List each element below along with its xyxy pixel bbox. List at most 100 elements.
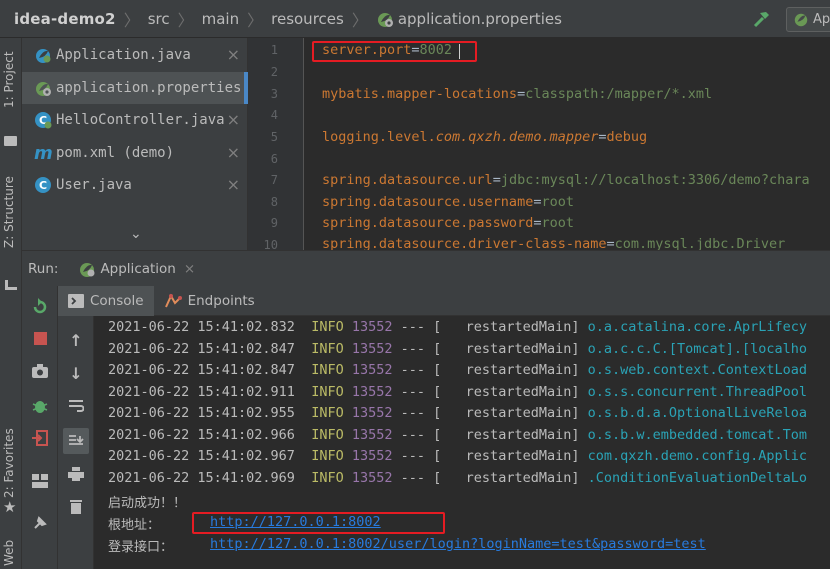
favorites-tool-button[interactable]: 2: Favorites bbox=[2, 428, 16, 498]
maven-icon: m bbox=[34, 142, 53, 164]
equals-sign: = bbox=[411, 42, 420, 58]
tab-hellocontroller-java[interactable]: C HelloController.java × bbox=[22, 104, 248, 136]
property-key: spring.datasource.driver-class-name bbox=[322, 236, 607, 250]
console-icon bbox=[68, 293, 84, 308]
endpoints-icon bbox=[164, 293, 182, 307]
run-configuration-selector[interactable]: Ap bbox=[786, 7, 830, 32]
property-value: classpath:/mapper/*.xml bbox=[525, 86, 713, 102]
code-line[interactable]: logging.level.com.qxzh.demo.mapper=debug bbox=[322, 129, 647, 145]
tab-application-java[interactable]: Application.java × bbox=[22, 39, 248, 71]
line-number: 1 bbox=[270, 43, 278, 57]
project-tool-button[interactable]: 1: Project bbox=[2, 51, 16, 108]
spring-boot-icon bbox=[80, 262, 95, 277]
root-address-link[interactable]: http://127.0.0.1:8002 bbox=[210, 514, 381, 530]
close-tab-icon[interactable]: × bbox=[227, 45, 240, 64]
code-line[interactable]: mybatis.mapper-locations=classpath:/mapp… bbox=[322, 86, 712, 102]
breadcrumb-main[interactable]: main bbox=[202, 10, 239, 28]
layout-icon[interactable] bbox=[30, 471, 50, 491]
structure-tool-button[interactable]: Z: Structure bbox=[2, 176, 16, 248]
tab-console[interactable]: Console bbox=[58, 285, 154, 316]
class-icon: C bbox=[35, 112, 52, 129]
code-line[interactable]: spring.datasource.password=root bbox=[322, 215, 574, 231]
run-toolbar-primary bbox=[22, 286, 58, 569]
log-pid: 13552 bbox=[351, 341, 393, 357]
close-tab-icon[interactable]: × bbox=[227, 110, 240, 129]
log-thread: restartedMain] bbox=[449, 405, 580, 421]
soft-wrap-icon[interactable] bbox=[66, 396, 86, 416]
trash-icon[interactable] bbox=[66, 496, 86, 516]
tab-application-properties[interactable]: application.properties bbox=[22, 72, 248, 104]
stop-icon[interactable] bbox=[30, 328, 50, 348]
log-timestamp: 2021-06-22 15:41:02.969 bbox=[108, 470, 295, 486]
tab-user-java[interactable]: C User.java × bbox=[22, 169, 248, 201]
navigation-bar: idea-demo2 〉 src 〉 main 〉 resources 〉 ap… bbox=[0, 0, 830, 38]
close-tab-icon[interactable]: × bbox=[227, 175, 240, 194]
console-output[interactable]: 2021-06-22 15:41:02.832 INFO 13552 --- [… bbox=[94, 316, 830, 569]
log-line: 2021-06-22 15:41:02.955 INFO 13552 --- [… bbox=[108, 405, 807, 421]
run-tab-application[interactable]: Application × bbox=[78, 260, 195, 278]
log-pid: 13552 bbox=[351, 319, 393, 335]
login-endpoint-link[interactable]: http://127.0.0.1:8002/user/login?loginNa… bbox=[210, 536, 706, 552]
arrow-up-icon[interactable]: ↑ bbox=[66, 330, 86, 350]
close-tab-icon[interactable]: × bbox=[184, 261, 195, 277]
log-timestamp: 2021-06-22 15:41:02.955 bbox=[108, 405, 295, 421]
scroll-to-end-icon[interactable] bbox=[63, 428, 89, 454]
camera-icon[interactable] bbox=[30, 361, 50, 381]
web-tool-button[interactable]: Web bbox=[2, 540, 16, 566]
log-separator: --- [ bbox=[400, 405, 442, 421]
code-line[interactable]: spring.datasource.driver-class-name=com.… bbox=[322, 236, 785, 250]
tab-console-label: Console bbox=[90, 292, 144, 309]
tab-label: application.properties bbox=[56, 80, 242, 96]
log-line: 2021-06-22 15:41:02.967 INFO 13552 --- [… bbox=[108, 448, 807, 464]
rerun-icon[interactable] bbox=[30, 296, 50, 316]
property-value: 8002 bbox=[419, 42, 453, 58]
code-line[interactable]: spring.datasource.url=jdbc:mysql://local… bbox=[322, 172, 810, 188]
run-panel-title: Run: bbox=[28, 260, 59, 277]
build-hammer-icon[interactable] bbox=[752, 9, 772, 33]
line-number: 4 bbox=[270, 108, 278, 122]
log-logger: .ConditionEvaluationDeltaLo bbox=[587, 470, 808, 486]
line-number: 8 bbox=[270, 195, 278, 209]
breadcrumb-project[interactable]: idea-demo2 bbox=[14, 10, 116, 28]
close-tab-icon[interactable]: × bbox=[227, 143, 240, 162]
breadcrumb-src[interactable]: src bbox=[148, 10, 170, 28]
tab-endpoints[interactable]: Endpoints bbox=[154, 286, 265, 316]
startup-success-message: 启动成功！！ bbox=[108, 496, 187, 511]
tab-label: pom.xml (demo) bbox=[56, 145, 175, 161]
folder-icon bbox=[4, 136, 17, 146]
chevron-down-icon[interactable]: ⌄ bbox=[130, 226, 142, 242]
code-line[interactable]: spring.datasource.username=root bbox=[322, 194, 574, 210]
property-value: root bbox=[541, 194, 574, 210]
print-icon[interactable] bbox=[66, 464, 86, 484]
log-separator: --- [ bbox=[400, 362, 442, 378]
code-editor[interactable]: server.port=8002 mybatis.mapper-location… bbox=[304, 38, 830, 250]
log-line: 2021-06-22 15:41:02.847 INFO 13552 --- [… bbox=[108, 341, 807, 357]
arrow-down-icon[interactable]: ↓ bbox=[66, 363, 86, 383]
breadcrumb-separator: 〉 bbox=[247, 10, 264, 30]
property-value: debug bbox=[606, 129, 648, 145]
line-number: 5 bbox=[270, 130, 278, 144]
log-pid: 13552 bbox=[351, 405, 393, 421]
breadcrumb-file[interactable]: application.properties bbox=[376, 10, 562, 28]
equals-sign: = bbox=[492, 172, 501, 188]
log-timestamp: 2021-06-22 15:41:02.832 bbox=[108, 319, 295, 335]
log-line: 2021-06-22 15:41:02.911 INFO 13552 --- [… bbox=[108, 384, 807, 400]
structure-icon bbox=[5, 280, 17, 290]
code-line[interactable]: server.port=8002 bbox=[322, 42, 452, 58]
tab-label: User.java bbox=[56, 177, 132, 193]
property-value: root bbox=[541, 215, 574, 231]
log-logger: o.a.catalina.core.AprLifecy bbox=[587, 319, 808, 335]
breadcrumb-resources[interactable]: resources bbox=[271, 10, 344, 28]
log-logger: o.s.b.w.embedded.tomcat.Tom bbox=[587, 427, 808, 443]
spring-boot-icon bbox=[36, 49, 51, 63]
log-logger: o.a.c.c.C.[Tomcat].[localho bbox=[587, 341, 808, 357]
tab-pom-xml[interactable]: m pom.xml (demo) × bbox=[22, 137, 248, 169]
tab-endpoints-label: Endpoints bbox=[187, 292, 255, 309]
property-key: logging.level. bbox=[322, 129, 436, 145]
bug-icon[interactable] bbox=[30, 396, 50, 416]
exit-icon[interactable] bbox=[30, 428, 50, 448]
pin-icon[interactable] bbox=[30, 513, 50, 533]
log-line: 2021-06-22 15:41:02.832 INFO 13552 --- [… bbox=[108, 319, 807, 335]
equals-sign: = bbox=[598, 129, 607, 145]
log-level: INFO bbox=[311, 470, 344, 486]
